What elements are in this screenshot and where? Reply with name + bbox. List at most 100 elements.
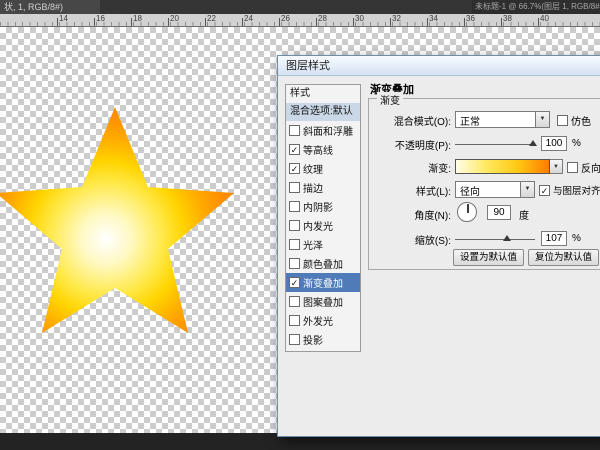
blending-options-item[interactable]: 混合选项:默认 — [286, 103, 360, 121]
opacity-slider-track[interactable] — [455, 144, 535, 145]
angle-needle — [467, 204, 469, 213]
style-item-label: 渐变叠加 — [303, 275, 343, 290]
style-item-checkbox[interactable] — [289, 315, 300, 326]
styles-list: 样式 混合选项:默认 斜面和浮雕✓等高线✓纹理描边内阴影内发光光泽颜色叠加✓渐变… — [285, 84, 361, 352]
ruler-major-tick — [538, 18, 539, 26]
style-item[interactable]: 图案叠加 — [286, 292, 360, 311]
layer-style-dialog: 图层样式 样式 混合选项:默认 斜面和浮雕✓等高线✓纹理描边内阴影内发光光泽颜色… — [277, 55, 600, 437]
document-tab-bar: 状, 1, RGB/8#) 未标题-1 @ 66.7%(图层 1, RGB/8#… — [0, 0, 600, 14]
align-with-layer-checkbox[interactable]: ✓ — [539, 185, 550, 196]
blend-mode-row: 混合模式(O): 正常 ▼ 仿色 — [369, 111, 600, 129]
horizontal-ruler[interactable]: 1416182022242628303234363840 — [0, 14, 600, 27]
style-item-label: 描边 — [303, 180, 323, 195]
style-item-label: 内发光 — [303, 218, 333, 233]
blend-mode-select[interactable]: 正常 ▼ — [455, 111, 550, 128]
ruler-number: 20 — [170, 14, 179, 23]
chevron-down-icon[interactable]: ▼ — [520, 182, 534, 197]
star-shape[interactable] — [0, 107, 234, 333]
scale-slider-track[interactable] — [455, 239, 535, 240]
ruler-major-tick — [242, 18, 243, 26]
style-item-checkbox[interactable] — [289, 125, 300, 136]
document-tab-label: 状, 1, RGB/8#) — [4, 2, 63, 12]
ruler-number: 38 — [503, 14, 512, 23]
dialog-body: 样式 混合选项:默认 斜面和浮雕✓等高线✓纹理描边内阴影内发光光泽颜色叠加✓渐变… — [278, 76, 600, 436]
scale-unit: % — [572, 233, 581, 244]
style-item[interactable]: 光泽 — [286, 235, 360, 254]
style-item-label: 斜面和浮雕 — [303, 123, 353, 138]
ruler-major-tick — [316, 18, 317, 26]
styles-header[interactable]: 样式 — [286, 85, 360, 103]
style-item-label: 等高线 — [303, 142, 333, 157]
dialog-title-bar[interactable]: 图层样式 — [278, 56, 600, 76]
opacity-unit: % — [572, 138, 581, 149]
gradient-swatch[interactable] — [455, 159, 550, 174]
style-value: 径向 — [460, 183, 480, 198]
style-item[interactable]: 内阴影 — [286, 197, 360, 216]
style-item[interactable]: 斜面和浮雕 — [286, 121, 360, 140]
ruler-major-tick — [205, 18, 206, 26]
align-option: ✓ 与图层对齐 — [539, 183, 600, 197]
style-item[interactable]: ✓纹理 — [286, 159, 360, 178]
opacity-slider-thumb[interactable] — [529, 140, 537, 146]
align-with-layer-label: 与图层对齐 — [553, 183, 600, 197]
opacity-value[interactable]: 100 — [541, 136, 567, 151]
gradient-groupbox: 渐变 混合模式(O): 正常 ▼ 仿色 不透明度(P): — [368, 98, 600, 270]
style-item[interactable]: ✓等高线 — [286, 140, 360, 159]
style-row: 样式(L): 径向 ▼ ✓ 与图层对齐 — [369, 181, 600, 199]
style-item[interactable]: 外发光 — [286, 311, 360, 330]
style-item[interactable]: ✓渐变叠加 — [286, 273, 360, 292]
style-item-label: 投影 — [303, 332, 323, 347]
style-item-checkbox[interactable]: ✓ — [289, 144, 300, 155]
dialog-title: 图层样式 — [286, 60, 330, 72]
angle-value[interactable]: 90 — [487, 205, 511, 220]
default-buttons-row: 设置为默认值 复位为默认值 — [369, 249, 600, 266]
style-item-checkbox[interactable]: ✓ — [289, 163, 300, 174]
reverse-label: 反向 — [581, 160, 600, 175]
opacity-row: 不透明度(P): 100 % — [369, 135, 600, 153]
scale-row: 缩放(S): 107 % — [369, 230, 600, 248]
scale-label: 缩放(S): — [369, 232, 451, 247]
document-tab-active[interactable]: 状, 1, RGB/8#) — [0, 0, 100, 14]
style-item-label: 外发光 — [303, 313, 333, 328]
style-item-checkbox[interactable] — [289, 334, 300, 345]
ruler-number: 22 — [207, 14, 216, 23]
scale-value[interactable]: 107 — [541, 231, 567, 246]
style-item[interactable]: 内发光 — [286, 216, 360, 235]
style-item-label: 光泽 — [303, 237, 323, 252]
ruler-number: 28 — [318, 14, 327, 23]
style-item-label: 内阴影 — [303, 199, 333, 214]
ruler-number: 26 — [281, 14, 290, 23]
style-item[interactable]: 投影 — [286, 330, 360, 349]
style-items-container: 斜面和浮雕✓等高线✓纹理描边内阴影内发光光泽颜色叠加✓渐变叠加图案叠加外发光投影 — [286, 121, 360, 349]
dither-checkbox[interactable] — [557, 115, 568, 126]
scale-slider-thumb[interactable] — [503, 235, 511, 241]
style-item[interactable]: 描边 — [286, 178, 360, 197]
document-tab-inactive-label: 未标题-1 @ 66.7%(图层 1, RGB/8#) — [475, 2, 600, 11]
ruler-major-tick — [94, 18, 95, 26]
ruler-major-tick — [501, 18, 502, 26]
set-default-button[interactable]: 设置为默认值 — [453, 249, 524, 266]
ruler-number: 32 — [392, 14, 401, 23]
chevron-down-icon[interactable]: ▼ — [535, 112, 549, 127]
style-item-checkbox[interactable] — [289, 239, 300, 250]
gradient-picker-arrow-icon[interactable]: ▼ — [550, 159, 563, 174]
style-item-checkbox[interactable]: ✓ — [289, 277, 300, 288]
reverse-checkbox[interactable] — [567, 162, 578, 173]
blend-mode-value: 正常 — [460, 113, 480, 128]
style-item-checkbox[interactable] — [289, 201, 300, 212]
reset-default-button[interactable]: 复位为默认值 — [528, 249, 599, 266]
document-tab-inactive[interactable]: 未标题-1 @ 66.7%(图层 1, RGB/8#) — [472, 0, 600, 14]
ruler-number: 30 — [355, 14, 364, 23]
style-item[interactable]: 颜色叠加 — [286, 254, 360, 273]
style-item-checkbox[interactable] — [289, 296, 300, 307]
style-select[interactable]: 径向 ▼ — [455, 181, 535, 198]
angle-dial[interactable] — [457, 202, 477, 222]
style-item-checkbox[interactable] — [289, 220, 300, 231]
blend-mode-label: 混合模式(O): — [369, 113, 451, 128]
angle-label: 角度(N): — [369, 207, 451, 222]
gradient-row: 渐变: ▼ 反向 — [369, 158, 600, 176]
ruler-major-tick — [390, 18, 391, 26]
style-item-checkbox[interactable] — [289, 258, 300, 269]
photoshop-window: 状, 1, RGB/8#) 未标题-1 @ 66.7%(图层 1, RGB/8#… — [0, 0, 600, 450]
style-item-checkbox[interactable] — [289, 182, 300, 193]
